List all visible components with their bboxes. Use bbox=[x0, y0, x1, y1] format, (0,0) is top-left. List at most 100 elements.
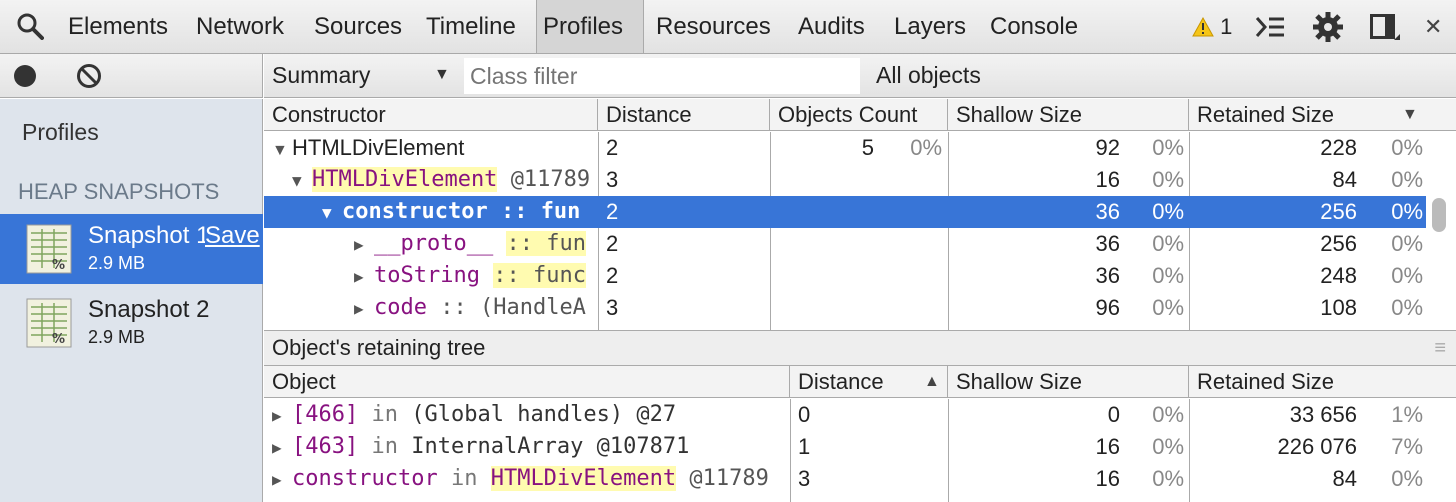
distance-value: 2 bbox=[606, 135, 619, 160]
shallow-size-percent: 0% bbox=[1152, 231, 1184, 256]
collapsed-triangle-icon[interactable]: ▶ bbox=[272, 464, 292, 495]
column-header-shallow-size[interactable]: Shallow Size bbox=[948, 99, 1189, 131]
distance-value: 2 bbox=[606, 231, 619, 256]
column-header-objects-count[interactable]: Objects Count bbox=[770, 99, 948, 131]
table-row[interactable]: ▶ [466] in (Global handles) @27 0 0 0% 33… bbox=[264, 399, 1456, 431]
tab-profiles[interactable]: Profiles bbox=[536, 0, 644, 53]
snapshot-title-text: Snapshot 1 bbox=[88, 222, 205, 249]
column-header-distance[interactable]: Distance bbox=[598, 99, 770, 131]
svg-text:%: % bbox=[52, 258, 65, 273]
property-type: :: fun bbox=[500, 199, 581, 224]
collapsed-triangle-icon[interactable]: ▶ bbox=[272, 400, 292, 431]
vertical-scrollbar-thumb[interactable] bbox=[1432, 198, 1446, 232]
expanded-triangle-icon[interactable]: ▼ bbox=[322, 197, 342, 228]
tab-timeline[interactable]: Timeline bbox=[420, 0, 522, 53]
distance-value: 2 bbox=[606, 199, 619, 224]
close-icon[interactable]: ✕ bbox=[1424, 0, 1442, 53]
shallow-size-value: 36 bbox=[1095, 231, 1120, 256]
shallow-size-percent: 0% bbox=[1152, 167, 1184, 192]
property-type: :: func bbox=[493, 263, 586, 288]
snapshot-item-2[interactable]: % Snapshot 2 2.9 MB bbox=[0, 288, 263, 358]
retained-size-percent: 0% bbox=[1391, 167, 1423, 192]
retaining-grid-body: ▶ [466] in (Global handles) @27 0 0 0% 33… bbox=[264, 399, 1456, 502]
retained-size-value: 108 bbox=[1320, 295, 1357, 320]
warning-count: 1 bbox=[1220, 14, 1233, 39]
table-row[interactable]: ▶ __proto__ :: fun 2 36 0% 256 0% bbox=[264, 228, 1426, 260]
shallow-size-value: 96 bbox=[1095, 295, 1120, 320]
object-scope-select[interactable]: All objects bbox=[876, 54, 981, 96]
view-select-chevron-down-icon[interactable]: ▼ bbox=[434, 54, 450, 96]
distance-value: 0 bbox=[798, 402, 811, 427]
table-row[interactable]: ▶ code :: (HandleA 3 96 0% 108 0% bbox=[264, 292, 1426, 324]
console-drawer-icon[interactable] bbox=[1254, 13, 1286, 41]
view-select[interactable]: Summary bbox=[272, 54, 370, 96]
expanded-triangle-icon[interactable]: ▼ bbox=[272, 135, 292, 164]
column-header-retained-size-label: Retained Size bbox=[1197, 102, 1334, 127]
snapshot-title: Snapshot 1Save bbox=[88, 222, 260, 250]
dock-side-icon[interactable] bbox=[1370, 14, 1400, 42]
objects-count-value: 5 bbox=[861, 135, 874, 160]
tab-audits[interactable]: Audits bbox=[792, 0, 871, 53]
table-row-selected[interactable]: ▼ constructor :: fun 2 36 0% 256 0% bbox=[264, 196, 1426, 228]
retained-size-value: 248 bbox=[1320, 263, 1357, 288]
collapsed-triangle-icon[interactable]: ▶ bbox=[272, 432, 292, 463]
retained-size-percent: 7% bbox=[1391, 434, 1423, 459]
devtools-toolbar: Elements Network Sources Timeline Profil… bbox=[0, 0, 1456, 54]
retained-size-value: 256 bbox=[1320, 199, 1357, 224]
warning-icon bbox=[1192, 16, 1214, 37]
retained-size-percent: 1% bbox=[1391, 402, 1423, 427]
tab-console[interactable]: Console bbox=[984, 0, 1084, 53]
property-name: constructor bbox=[342, 199, 488, 224]
retainer-object-id: @11789 bbox=[689, 466, 769, 491]
sort-ascending-icon: ▲ bbox=[924, 373, 940, 390]
collapsed-triangle-icon[interactable]: ▶ bbox=[354, 229, 374, 260]
retained-size-value: 84 bbox=[1332, 167, 1357, 192]
retained-size-percent: 0% bbox=[1391, 199, 1423, 224]
retained-size-value: 228 bbox=[1320, 135, 1357, 160]
table-row[interactable]: ▼ HTMLDivElement 2 5 0% 92 0% 228 0% bbox=[264, 132, 1426, 164]
class-filter-input[interactable] bbox=[464, 58, 860, 94]
table-row[interactable]: ▼ HTMLDivElement @11789 3 16 0% 84 0% bbox=[264, 164, 1426, 196]
column-header-object[interactable]: Object bbox=[264, 366, 790, 398]
retained-size-percent: 0% bbox=[1391, 295, 1423, 320]
retainer-object: HTMLDivElement bbox=[490, 466, 677, 491]
object-name: HTMLDivElement bbox=[312, 167, 498, 192]
constructor-name: HTMLDivElement bbox=[292, 135, 465, 160]
table-row[interactable]: ▶ toString :: func 2 36 0% 248 0% bbox=[264, 260, 1426, 292]
record-icon[interactable] bbox=[14, 65, 36, 87]
tab-layers[interactable]: Layers bbox=[888, 0, 972, 53]
heap-snapshots-section-title: HEAP SNAPSHOTS bbox=[18, 179, 220, 204]
snapshot-item-1[interactable]: % Snapshot 1Save 2.9 MB bbox=[0, 214, 263, 284]
retaining-tree-title: Object's retaining tree ≡ bbox=[264, 330, 1456, 366]
search-icon[interactable] bbox=[16, 12, 44, 40]
sort-descending-icon: ▼ bbox=[1402, 106, 1418, 123]
column-header-retained-size[interactable]: Retained Size bbox=[1189, 366, 1456, 398]
shallow-size-percent: 0% bbox=[1152, 135, 1184, 160]
tab-resources[interactable]: Resources bbox=[650, 0, 777, 53]
table-row[interactable]: ▶ constructor in HTMLDivElement @11789 3 … bbox=[264, 463, 1456, 495]
tab-elements[interactable]: Elements bbox=[62, 0, 174, 53]
gear-icon[interactable] bbox=[1312, 11, 1344, 43]
shallow-size-value: 16 bbox=[1095, 434, 1120, 459]
snapshot-title: Snapshot 2 bbox=[88, 296, 210, 323]
expanded-triangle-icon[interactable]: ▼ bbox=[292, 165, 312, 196]
retainer-object: (Global handles) @27 bbox=[411, 402, 677, 427]
property-name: toString bbox=[374, 263, 480, 288]
table-row[interactable]: ▶ [463] in InternalArray @107871 1 16 0% … bbox=[264, 431, 1456, 463]
collapsed-triangle-icon[interactable]: ▶ bbox=[354, 293, 374, 324]
retainer-object: InternalArray @107871 bbox=[411, 434, 690, 459]
shallow-size-percent: 0% bbox=[1152, 199, 1184, 224]
svg-text:%: % bbox=[52, 332, 65, 347]
column-header-constructor[interactable]: Constructor bbox=[264, 99, 598, 131]
column-header-distance-label: Distance bbox=[798, 369, 884, 394]
column-header-shallow-size[interactable]: Shallow Size bbox=[948, 366, 1189, 398]
tab-network[interactable]: Network bbox=[190, 0, 290, 53]
shallow-size-percent: 0% bbox=[1152, 466, 1184, 491]
property-type: :: fun bbox=[506, 231, 586, 256]
tab-sources[interactable]: Sources bbox=[308, 0, 408, 53]
collapsed-triangle-icon[interactable]: ▶ bbox=[354, 261, 374, 292]
warnings-indicator[interactable]: 1 bbox=[1192, 0, 1232, 53]
save-snapshot-link[interactable]: Save bbox=[205, 222, 260, 249]
splitter-grip-icon[interactable]: ≡ bbox=[1434, 331, 1446, 365]
clear-icon[interactable] bbox=[76, 63, 102, 89]
